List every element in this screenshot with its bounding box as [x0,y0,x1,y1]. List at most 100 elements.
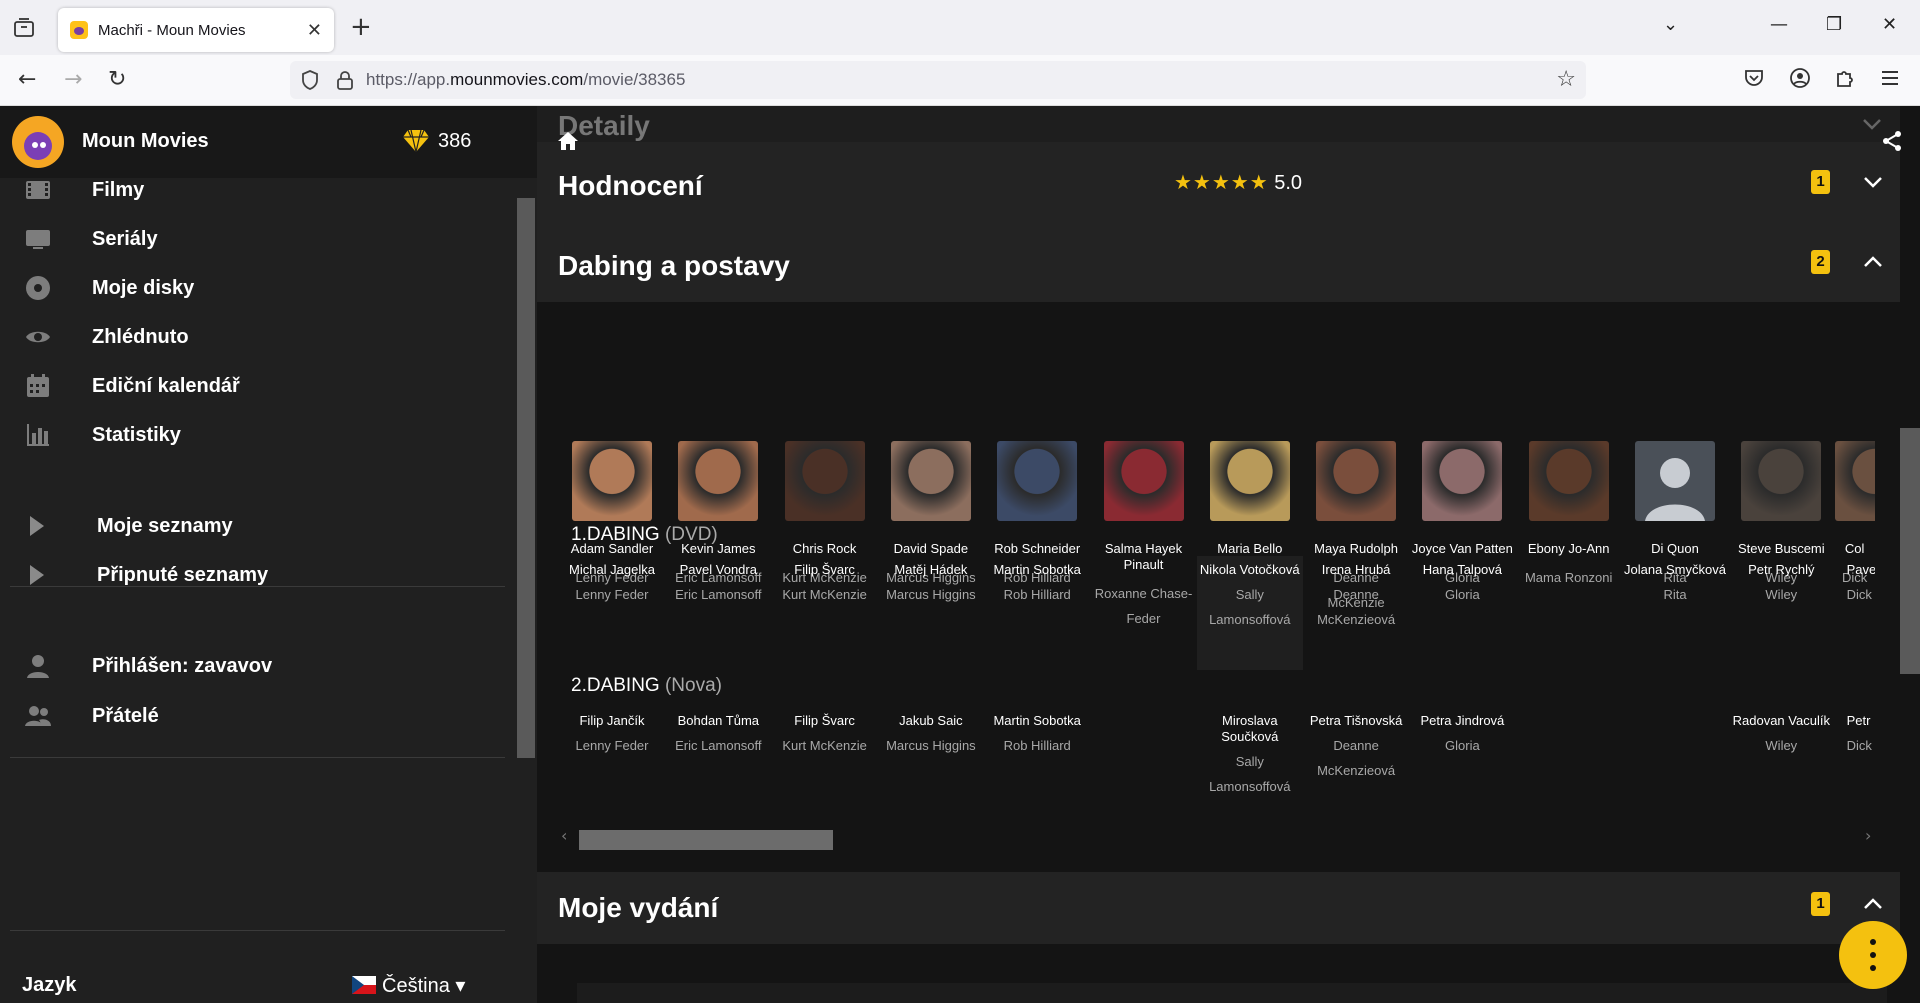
dubbing-role: Kurt McKenzie [782,738,867,753]
site-favicon-icon [70,21,88,39]
cast-title: Dabing a postavy [558,250,790,281]
dubbing-actor[interactable]: Pavel Vondra Eric Lamonsoff [665,562,771,607]
new-tab-icon[interactable]: + [350,12,372,42]
chevron-up-icon[interactable] [1863,898,1883,910]
sidebar-item-label: Připnuté seznamy [97,563,269,586]
cast-member[interactable]: Ebony Jo-Ann Mama Ronzoni [1516,441,1622,590]
cast-photo[interactable] [1316,441,1397,521]
rating-panel-header[interactable]: Hodnocení ★★★★★ 5.0 1 [537,142,1900,230]
dubbing-actor[interactable]: Bohdan Tůma Eric Lamonsoff [665,713,771,758]
minimize-icon[interactable]: — [1770,14,1788,35]
sidebar-item-edicni-kalendar[interactable]: Ediční kalendář [0,366,510,406]
dubbing-actor[interactable]: Matěj Hádek Marcus Higgins [878,562,984,607]
url-text[interactable]: https://app.mounmovies.com/movie/38365 [366,70,685,90]
cast-photo[interactable] [1635,441,1715,521]
cast-member[interactable]: Salma Hayek Pinault Roxanne Chase-Feder [1091,441,1197,631]
more-actions-button[interactable] [1839,921,1907,989]
dubbing-actor[interactable]: Radovan Vaculík Wiley [1728,713,1834,758]
pocket-icon[interactable] [1742,66,1766,90]
sidebar-item-statistiky[interactable]: Statistiky [0,415,510,455]
tab-close-icon[interactable]: ✕ [307,20,322,41]
cast-photo[interactable] [1209,441,1290,521]
account-icon[interactable] [1788,66,1812,90]
cast-photo[interactable] [1422,441,1503,521]
expand-triangle-icon[interactable] [30,565,44,585]
dubbing-actor[interactable]: Petr Rychlý Wiley [1728,562,1834,607]
extensions-icon[interactable] [1833,66,1857,90]
app-name[interactable]: Moun Movies [82,130,209,153]
share-icon[interactable] [1881,130,1903,152]
dub1-heading: 1.DABING (DVD) [571,524,718,545]
sidebar-item-moje-disky[interactable]: Moje disky [0,268,510,308]
tracking-shield-icon[interactable] [300,69,320,91]
dubbing-role: Marcus Higgins [886,587,976,602]
scroll-left-icon[interactable]: ‹ [561,826,567,845]
dubbing-actor[interactable]: Filip Švarc Kurt McKenzie [772,562,878,607]
cast-photo[interactable] [678,441,759,521]
dubbing-actor[interactable]: Nikola Votočková Sally Lamonsoffová [1196,556,1303,670]
dubbing-actor-name: Filip Jančík [579,713,645,728]
chevron-down-icon[interactable] [1862,118,1882,130]
sidebar-item-zhlednuto[interactable]: Zhlédnuto [0,317,510,357]
dubbing-actor[interactable]: Filip Jančík Lenny Feder [559,713,665,758]
dubbing-role: Gloria [1445,587,1480,602]
dubbing-role: Rita [1663,587,1687,602]
dubbing-actor[interactable]: Michal Jagelka Lenny Feder [559,562,665,607]
browser-tab[interactable]: Machři - Moun Movies ✕ [58,8,334,52]
lock-icon[interactable] [336,69,354,91]
details-panel-header[interactable]: Detaily [537,106,1900,142]
dubbing-actor[interactable]: Petra Tišnovská Deanne McKenzieová [1303,713,1409,783]
dubbing-actor[interactable]: Petr Dick [1835,713,1875,758]
dubbing-actor[interactable]: Jakub Saic Marcus Higgins [878,713,984,758]
forward-icon[interactable]: → [64,67,82,92]
cast-scroll-area[interactable]: Adam Sandler Lenny Feder Kevin James Eric L… [537,302,1900,872]
app-menu-icon[interactable] [1878,66,1902,90]
editions-panel-header[interactable]: Moje vydání 1 [537,872,1900,944]
sidebar-item-pratele[interactable]: Přátelé [0,696,510,736]
main-scrollbar[interactable] [1900,428,1920,674]
horizontal-scrollbar-thumb[interactable] [579,830,833,850]
window-close-icon[interactable]: ✕ [1882,14,1897,35]
tab-overflow-chevron-icon[interactable]: ⌄ [1663,14,1678,35]
cast-photo[interactable] [997,441,1078,521]
app-logo-avatar[interactable] [12,116,64,168]
sidebar-item-serialy[interactable]: Seriály [0,219,510,259]
cast-photo[interactable] [784,441,865,521]
scroll-right-icon[interactable]: › [1865,826,1871,845]
dubbing-actor-name: Jakub Saic [899,713,963,728]
dubbing-actor[interactable]: Filip Švarc Kurt McKenzie [772,713,878,758]
cast-photo[interactable] [1834,441,1875,521]
cast-photo[interactable] [572,441,652,521]
sidebar-item-pripnute-seznamy[interactable]: Připnuté seznamy [0,555,510,595]
home-icon[interactable] [556,130,580,152]
cast-photo[interactable] [1103,441,1184,521]
reload-icon[interactable]: ↻ [108,67,126,92]
dubbing-actor[interactable]: Irena Hrubá Deanne McKenzieová [1303,562,1409,632]
dubbing-actor[interactable]: Martin Sobotka Rob Hilliard [984,713,1090,758]
dubbing-actor[interactable]: Pave Dick [1835,562,1875,607]
back-icon[interactable]: ← [18,67,36,92]
url-bar[interactable]: https://app.mounmovies.com/movie/38365 ☆ [290,61,1586,99]
dubbing-actor[interactable]: Hana Talpová Gloria [1409,562,1515,607]
tab-list-icon[interactable] [12,16,36,40]
dubbing-actor[interactable]: Jolana Smyčková Rita [1622,562,1728,607]
sidebar-item-user[interactable]: Přihlášen: zavavov [0,646,510,686]
cast-panel-header[interactable]: Dabing a postavy 2 [537,230,1900,302]
sidebar-item-label: Ediční kalendář [92,374,240,397]
dubbing-actor[interactable]: Petra Jindrová Gloria [1409,713,1515,758]
language-select[interactable]: Čeština ▾ [382,973,465,998]
sidebar-scrollbar[interactable] [517,198,535,758]
cast-photo[interactable] [890,441,971,521]
restore-icon[interactable]: ❐ [1826,14,1842,35]
sidebar-item-filmy[interactable]: Filmy [0,170,510,210]
chevron-up-icon[interactable] [1863,256,1883,268]
cast-photo[interactable] [1528,441,1609,521]
editions-body [577,983,1887,1003]
cast-photo[interactable] [1741,441,1822,521]
bookmark-star-icon[interactable]: ☆ [1556,67,1576,92]
dubbing-actor[interactable]: Martin Sobotka Rob Hilliard [984,562,1090,607]
dubbing-actor[interactable]: Miroslava Součková Sally Lamonsoffová [1197,713,1303,799]
sidebar-item-moje-seznamy[interactable]: Moje seznamy [0,506,510,546]
chevron-down-icon[interactable] [1863,176,1883,188]
expand-triangle-icon[interactable] [30,516,44,536]
